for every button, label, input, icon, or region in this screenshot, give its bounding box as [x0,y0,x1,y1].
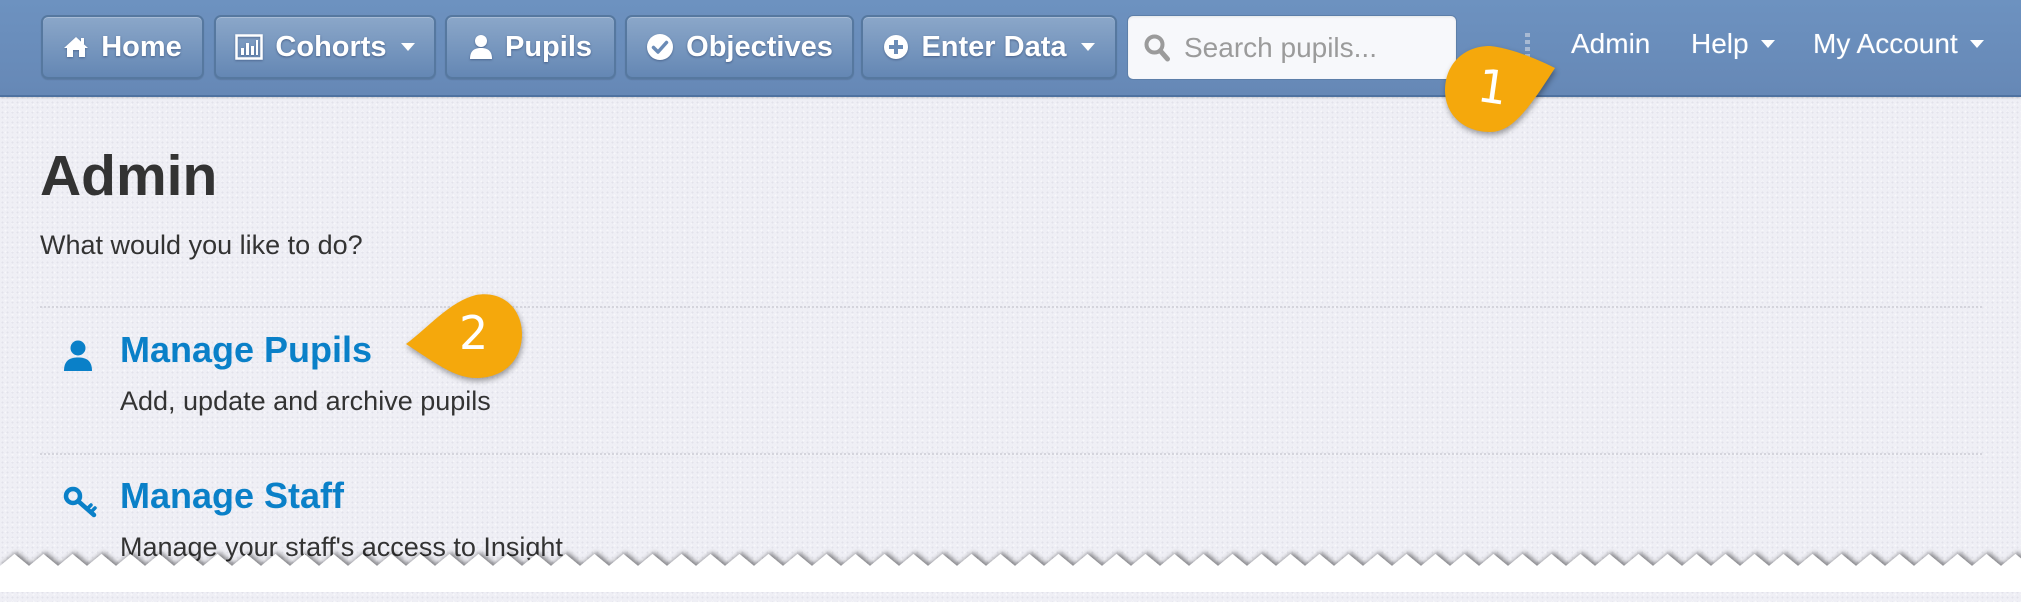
manage-pupils-description: Add, update and archive pupils [120,386,491,416]
search-icon [1144,34,1170,61]
key-icon [63,486,97,518]
enter-data-button[interactable]: Enter Data [861,15,1117,79]
chevron-down-icon [1760,40,1775,48]
objectives-button-label: Objectives [686,30,833,63]
divider [40,453,1982,455]
divider [40,306,1982,308]
pupils-button-label: Pupils [504,30,592,63]
search-box[interactable] [1127,15,1457,80]
check-circle-icon [647,34,674,60]
user-icon [469,35,492,59]
manage-staff-link[interactable]: Manage Staff [120,475,344,517]
top-navbar: Home Cohorts Pupils Objectives Enter Dat… [0,0,2021,97]
my-account-dropdown-label: My Account [1813,28,1958,59]
manage-pupils-link[interactable]: Manage Pupils [120,329,372,371]
enter-data-button-label: Enter Data [921,30,1067,63]
callout-1: 1 [1440,38,1565,138]
page-title: Admin [40,144,218,208]
chevron-down-icon [1969,40,1984,48]
user-icon [64,340,92,371]
home-button[interactable]: Home [41,15,204,79]
bar-chart-icon [235,34,264,60]
callout-2: 2 [404,292,526,382]
admin-link-label: Admin [1571,28,1651,59]
torn-edge [0,554,2021,592]
callout-2-number: 2 [459,306,489,360]
search-input[interactable] [1182,30,1456,65]
pupils-button[interactable]: Pupils [445,15,616,79]
plus-circle-icon [884,35,909,59]
page-subtitle: What would you like to do? [40,230,363,260]
chevron-down-icon [1080,43,1095,51]
cohorts-button-label: Cohorts [275,30,387,63]
home-button-label: Home [101,30,182,63]
cohorts-button[interactable]: Cohorts [214,15,436,79]
home-icon [64,37,89,57]
chevron-down-icon [400,43,415,51]
help-dropdown[interactable]: Help [1691,28,1775,60]
objectives-button[interactable]: Objectives [625,15,854,79]
admin-link[interactable]: Admin [1571,28,1650,60]
my-account-dropdown[interactable]: My Account [1813,28,1984,60]
help-dropdown-label: Help [1691,28,1749,59]
